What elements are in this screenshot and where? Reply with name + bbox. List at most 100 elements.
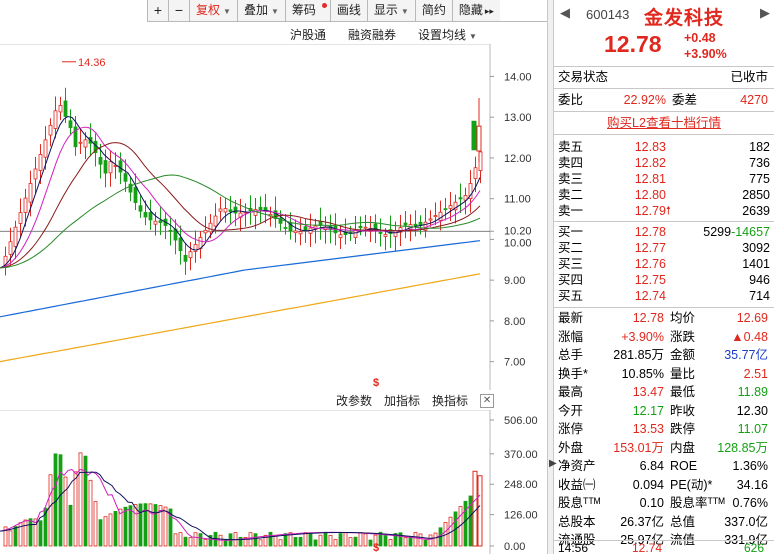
- chips-button[interactable]: 筹码: [284, 0, 330, 21]
- level-volume-value: 736: [749, 156, 770, 170]
- overlay-button[interactable]: 叠加 ▼: [236, 0, 285, 21]
- volume-bar: [93, 501, 98, 547]
- ask-row[interactable]: 卖五 12.83 182: [554, 139, 774, 155]
- bid-row[interactable]: 买三 12.76 1401: [554, 256, 774, 272]
- volume-bar: [408, 536, 413, 547]
- stat-value: 12.78: [632, 311, 664, 325]
- next-stock-icon[interactable]: ▶: [760, 5, 770, 21]
- ask-row[interactable]: 卖三 12.81 775: [554, 171, 774, 187]
- draw-line-button[interactable]: 画线: [329, 0, 367, 21]
- candle-body: [393, 230, 398, 237]
- volume-chart[interactable]: 506.00 370.00 248.00 126.00 0.00 $: [0, 410, 547, 554]
- volume-bar: [138, 503, 143, 547]
- volume-bar: [203, 539, 208, 547]
- bid-row[interactable]: 买一 12.78 5299-14657: [554, 224, 774, 240]
- stock-code: 600143: [586, 7, 630, 22]
- volume-bar: [108, 513, 113, 547]
- price-tick-label: 10.00: [504, 237, 532, 249]
- candle-body: [363, 226, 368, 229]
- level-volume: 3092: [666, 240, 770, 256]
- volume-bar: [428, 534, 433, 547]
- ask-row[interactable]: 卖四 12.82 736: [554, 155, 774, 171]
- level-volume-value: 5299: [703, 225, 732, 239]
- dividend-marker: $: [373, 377, 379, 389]
- level-volume: 946: [666, 272, 770, 288]
- chips-label: 筹码: [291, 3, 316, 17]
- level-price: 12.83: [634, 140, 666, 154]
- margin-trading-link[interactable]: 融资融券: [348, 26, 396, 43]
- display-label: 显示: [373, 3, 398, 17]
- compact-button[interactable]: 简约: [414, 0, 452, 21]
- add-indicator-button[interactable]: 加指标: [384, 392, 420, 409]
- volume-bar: [363, 533, 368, 547]
- change-params-button[interactable]: 改参数: [336, 392, 372, 409]
- volume-tick-label: 370.00: [504, 449, 538, 461]
- level-price: 12.78: [634, 225, 666, 239]
- close-indicator-icon[interactable]: ✕: [480, 393, 495, 408]
- candle-body: [433, 215, 438, 218]
- high-marker-label: 14.36: [78, 57, 106, 69]
- stat-key: 最高: [558, 385, 584, 399]
- volume-bar: [178, 532, 183, 547]
- candle-body: [378, 231, 383, 234]
- stat-row: 总股本 26.37亿 总值 337.0亿: [554, 513, 774, 532]
- volume-bar: [133, 504, 138, 547]
- l2-upgrade-link[interactable]: 购买L2查看十档行情: [554, 112, 774, 134]
- volume-bar: [123, 506, 128, 547]
- weibi-value: 22.92%: [623, 93, 666, 107]
- more-arrows-icon[interactable]: ▸▸: [485, 6, 494, 16]
- candle-body: [43, 139, 48, 158]
- panel-splitter[interactable]: ▶: [547, 0, 557, 554]
- bid-row[interactable]: 买二 12.77 3092: [554, 240, 774, 256]
- weicha-label: 委差: [672, 93, 698, 107]
- stat-value-2: 12.69: [736, 311, 768, 325]
- trade-status-row: 交易状态 已收市: [554, 67, 774, 88]
- stat-row: 今开 12.17 昨收 12.30: [554, 402, 774, 421]
- candles: [3, 87, 483, 276]
- bid-row[interactable]: 买五 12.74 714: [554, 288, 774, 304]
- price-tick-label: 8.00: [504, 316, 525, 328]
- zoom-out-button[interactable]: −: [168, 0, 189, 21]
- candle-body: [303, 226, 308, 231]
- stat-value: 10.85%: [621, 366, 664, 381]
- volume-bar: [48, 474, 53, 547]
- weibi-label: 委比: [558, 93, 584, 107]
- ask-row[interactable]: 卖二 12.80 2850: [554, 187, 774, 203]
- candle-body: [108, 161, 113, 174]
- switch-indicator-button[interactable]: 换指标: [432, 392, 468, 409]
- volume-bar: [333, 539, 338, 547]
- level-price: 12.80: [634, 188, 666, 202]
- stat-key-2: 量比: [670, 366, 696, 381]
- hsgt-link[interactable]: 沪股通: [290, 26, 326, 43]
- volume-bar: [58, 454, 63, 547]
- candle-body: [233, 206, 238, 214]
- candle-body: [458, 197, 463, 200]
- ask-book: 卖五 12.83 182 卖四 12.82 736 卖三 12.81 775 卖二 12.80 285…: [554, 135, 774, 221]
- stat-value-2: 337.0亿: [724, 514, 768, 529]
- stat-key: 换手*: [558, 366, 588, 381]
- stat-key-2: 跌停: [670, 422, 696, 436]
- zoom-in-button[interactable]: +: [147, 0, 168, 21]
- volume-bar: [173, 533, 178, 547]
- tick-time: 14:56: [558, 541, 589, 554]
- volume-bar: [403, 537, 408, 547]
- stat-value: 153.01万: [613, 440, 664, 455]
- ma-settings-button[interactable]: 设置均线 ▼: [418, 26, 477, 43]
- stat-row: 外盘 153.01万 内盘 128.85万: [554, 439, 774, 458]
- bid-row[interactable]: 买四 12.75 946: [554, 272, 774, 288]
- display-button[interactable]: 显示 ▼: [366, 0, 415, 21]
- stat-value-2: 11.89: [737, 385, 768, 399]
- stat-value: 13.47: [632, 385, 664, 399]
- kline-chart-area[interactable]: + − 复权 ▼ 叠加 ▼ 筹码 画线 显示 ▼ 简约 隐藏 ▸▸ 沪股通 融资融券 设…: [0, 0, 547, 554]
- level-price: 12.74: [634, 289, 666, 303]
- stat-key-2: 金额: [670, 348, 696, 362]
- ask-row[interactable]: 卖一 12.79 🠕 2639: [554, 203, 774, 219]
- adjust-button[interactable]: 复权 ▼: [189, 0, 237, 21]
- candle-body: [213, 215, 218, 227]
- candlestick-chart[interactable]: 14.00 13.00 12.00 11.00 10.2010.00 9.00 8.00 7.…: [0, 44, 547, 390]
- prev-stock-icon[interactable]: ◀: [560, 5, 570, 21]
- candle-body: [353, 229, 358, 238]
- weibi-row: 委比 22.92% 委差 4270: [554, 89, 774, 111]
- stat-row: 净资产 6.84 ROE 1.36%: [554, 457, 774, 476]
- hide-button[interactable]: 隐藏 ▸▸: [451, 0, 500, 21]
